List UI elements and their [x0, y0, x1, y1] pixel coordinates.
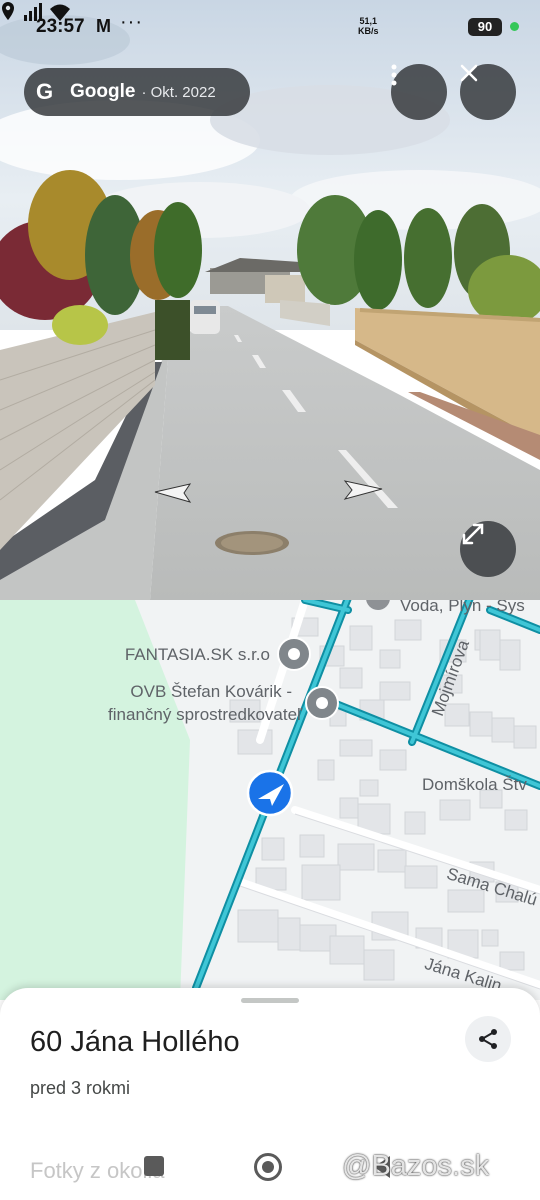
- signal-wifi-icons: [2, 2, 70, 21]
- more-notifications-icon: ···: [120, 11, 143, 33]
- status-bar: 23:57 M ··· 51,1 KB/s 90: [0, 0, 540, 56]
- more-options-button[interactable]: [391, 64, 447, 120]
- place-capture-age: pred 3 rokmi: [30, 1078, 131, 1098]
- battery-icon: 90: [468, 18, 502, 36]
- share-button[interactable]: [465, 1016, 511, 1062]
- gmail-icon: M: [96, 16, 111, 36]
- close-icon: [460, 64, 478, 82]
- drag-handle[interactable]: [241, 998, 299, 1003]
- location-icon: [2, 2, 14, 20]
- capture-date: · Okt. 2022: [141, 83, 216, 101]
- speed-unit: KB/s: [358, 26, 379, 36]
- google-g-icon: G: [36, 79, 54, 104]
- place-label-domskola[interactable]: Domškola Štv: [422, 774, 527, 795]
- poi-label-voda[interactable]: Voda, Plyn - Sys: [400, 600, 525, 616]
- speed-value: 51,1: [359, 16, 378, 26]
- poi-label-ovb-line2[interactable]: finančný sprostredkovateľ: [108, 704, 302, 725]
- watermark: @Bazos.sk: [342, 1150, 490, 1182]
- place-title: 60 Jána Hollého: [30, 1026, 240, 1058]
- network-speed: 51,1 KB/s: [358, 16, 379, 36]
- fullscreen-button[interactable]: [460, 521, 516, 577]
- share-icon: [479, 1029, 497, 1049]
- street-view-photo[interactable]: 23:57 M ··· 51,1 KB/s 90 G Google · Okt.…: [0, 0, 540, 600]
- poi-label-ovb-line1[interactable]: OVB Štefan Kovárik -: [130, 681, 292, 702]
- privacy-dot: [510, 22, 519, 31]
- poi-label-fantasia[interactable]: FANTASIA.SK s.r.o: [125, 644, 270, 665]
- street-view-attribution[interactable]: G Google · Okt. 2022: [24, 68, 250, 116]
- google-brand: Google: [70, 81, 136, 102]
- expand-icon: [462, 523, 484, 545]
- more-vert-icon: [391, 64, 397, 86]
- street-view-location-icon: [246, 769, 294, 817]
- recents-nav-icon[interactable]: [144, 1156, 164, 1176]
- wifi-icon: [50, 4, 70, 21]
- map-view[interactable]: Voda, Plyn - Sys FANTASIA.SK s.r.o OVB Š…: [0, 600, 540, 1000]
- home-nav-icon[interactable]: [254, 1153, 282, 1181]
- close-button[interactable]: [460, 64, 516, 120]
